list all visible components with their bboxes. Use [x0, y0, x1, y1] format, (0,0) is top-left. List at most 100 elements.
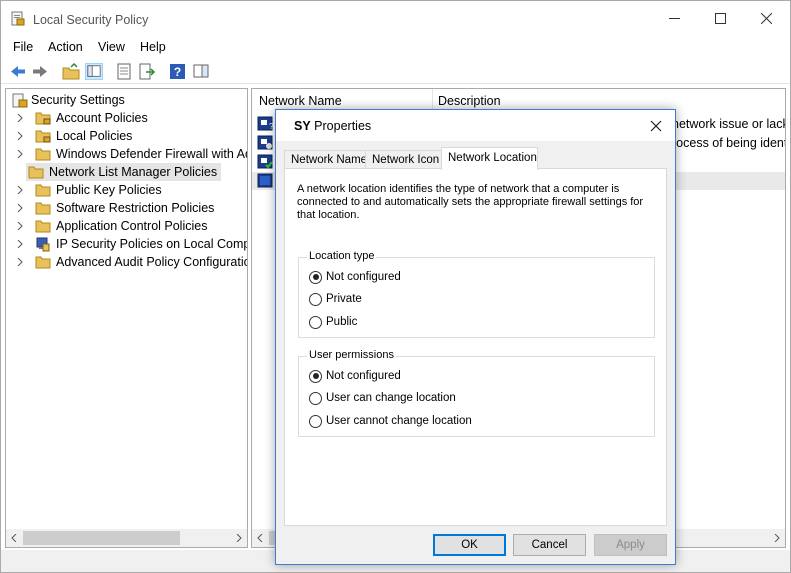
tree-item-advanced-audit-policy[interactable]: Advanced Audit Policy Configuration [16, 253, 248, 271]
help-icon[interactable]: ? [169, 63, 187, 80]
column-divider[interactable] [432, 89, 433, 111]
apply-button[interactable]: Apply [594, 534, 667, 556]
folder-lock-icon [35, 130, 51, 143]
console-tree: Security Settings Account Policies Local… [5, 88, 248, 548]
tree-item-label: Advanced Audit Policy Configuration [56, 255, 248, 269]
tree-scroll-thumb[interactable] [23, 531, 180, 545]
folder-icon [35, 184, 51, 197]
folder-icon [35, 256, 51, 269]
minimize-icon [668, 18, 680, 19]
folder-lock-icon [35, 112, 51, 125]
column-header-description[interactable]: Description [438, 94, 501, 108]
dialog-close-button[interactable] [646, 116, 666, 136]
tree-item-application-control-policies[interactable]: Application Control Policies [16, 217, 207, 235]
radio-selected-icon [309, 270, 322, 284]
tree-horizontal-scrollbar[interactable] [6, 529, 247, 547]
menu-view[interactable]: View [98, 40, 125, 54]
user-cannot-change-location-radio[interactable]: User cannot change location [309, 413, 472, 429]
scroll-right-icon[interactable] [773, 534, 781, 542]
location-type-group: Location type Not configured Private Pub… [298, 250, 655, 338]
radio-selected-icon [309, 369, 322, 383]
location-public-radio[interactable]: Public [309, 314, 357, 330]
radio-label: Public [326, 316, 358, 328]
back-arrow-icon[interactable] [9, 63, 27, 80]
action-pane-icon[interactable] [192, 63, 210, 80]
tree-item-software-restriction-policies[interactable]: Software Restriction Policies [16, 199, 214, 217]
network-connected-icon [257, 154, 273, 169]
folder-icon [35, 220, 51, 233]
forward-arrow-icon[interactable] [31, 63, 49, 80]
location-private-radio[interactable]: Private [309, 291, 362, 307]
tree-item-label: IP Security Policies on Local Compute [56, 237, 248, 251]
radio-unselected-icon [309, 292, 322, 306]
tree-item-ip-security-policies[interactable]: IP Security Policies on Local Compute [16, 235, 248, 253]
tree-item-account-policies[interactable]: Account Policies [16, 109, 148, 127]
tree-root-security-settings[interactable]: Security Settings [12, 91, 125, 109]
tab-network-location[interactable]: Network Location [441, 147, 538, 170]
permissions-not-configured-radio[interactable]: Not configured [309, 368, 401, 384]
radio-unselected-icon [309, 414, 322, 428]
scroll-left-icon[interactable] [10, 534, 18, 542]
chevron-right-icon [17, 258, 23, 266]
tree-root-label: Security Settings [31, 93, 125, 107]
tree-item-label: Application Control Policies [56, 219, 208, 233]
user-can-change-location-radio[interactable]: User can change location [309, 390, 456, 406]
radio-unselected-icon [309, 391, 322, 405]
title-bar: Local Security Policy [1, 1, 790, 36]
close-icon [760, 13, 772, 24]
radio-label: User cannot change location [326, 415, 472, 427]
chevron-right-icon [17, 204, 23, 212]
dialog-title-network-name: SY [294, 119, 311, 133]
column-header-network-name[interactable]: Network Name [259, 94, 342, 108]
location-type-title: Location type [307, 250, 377, 262]
export-list-icon[interactable] [138, 63, 156, 80]
folder-icon [35, 202, 51, 215]
location-description: A network location identifies the type o… [297, 183, 644, 221]
network-unidentified-icon: ? [257, 116, 274, 131]
close-icon [650, 120, 662, 132]
tab-strip: Network Name Network Icon Network Locati… [284, 147, 664, 170]
chevron-right-icon [17, 150, 23, 158]
radio-unselected-icon [309, 315, 322, 329]
radio-label: Private [326, 293, 362, 305]
tree-item-public-key-policies[interactable]: Public Key Policies [16, 181, 162, 199]
properties-icon[interactable] [115, 63, 133, 80]
show-hide-console-tree-icon[interactable] [85, 63, 103, 80]
scroll-left-icon[interactable] [256, 534, 264, 542]
tree-item-label: Account Policies [56, 111, 148, 125]
chevron-right-icon [17, 114, 23, 122]
tree-item-windows-defender-firewall[interactable]: Windows Defender Firewall with Adva [16, 145, 248, 163]
radio-label: User can change location [326, 392, 456, 404]
menu-action[interactable]: Action [48, 40, 83, 54]
maximize-button[interactable] [697, 1, 743, 36]
tab-network-icon[interactable]: Network Icon [365, 150, 442, 169]
dialog-title-bar: SY Properties [276, 110, 675, 141]
minimize-button[interactable] [651, 1, 697, 36]
folder-icon [28, 166, 44, 179]
tree-item-label: Windows Defender Firewall with Adva [56, 147, 248, 161]
dialog-title-suffix: Properties [314, 119, 372, 133]
location-not-configured-radio[interactable]: Not configured [309, 269, 401, 285]
scroll-right-icon[interactable] [235, 534, 243, 542]
tree-item-label: Local Policies [56, 129, 133, 143]
svg-text:?: ? [269, 122, 274, 131]
tree-item-label: Public Key Policies [56, 183, 162, 197]
radio-label: Not configured [326, 271, 401, 283]
maximize-icon [714, 13, 726, 24]
up-folder-icon[interactable] [62, 63, 80, 80]
chevron-right-icon [17, 222, 23, 230]
menu-help[interactable]: Help [140, 40, 166, 54]
window-title: Local Security Policy [33, 13, 149, 27]
user-permissions-group: User permissions Not configured User can… [298, 349, 655, 437]
tab-network-name[interactable]: Network Name [284, 150, 367, 169]
tree-item-local-policies[interactable]: Local Policies [16, 127, 132, 145]
close-button[interactable] [743, 1, 789, 36]
menu-file[interactable]: File [13, 40, 33, 54]
properties-dialog: SY Properties Network Name Network Icon … [275, 109, 676, 565]
tree-item-network-list-manager-policies[interactable]: Network List Manager Policies [26, 163, 222, 181]
cancel-button[interactable]: Cancel [513, 534, 586, 556]
security-settings-icon [12, 93, 28, 107]
network-location-page: A network location identifies the type o… [284, 168, 667, 526]
network-icon [257, 173, 273, 188]
ok-button[interactable]: OK [433, 534, 506, 556]
